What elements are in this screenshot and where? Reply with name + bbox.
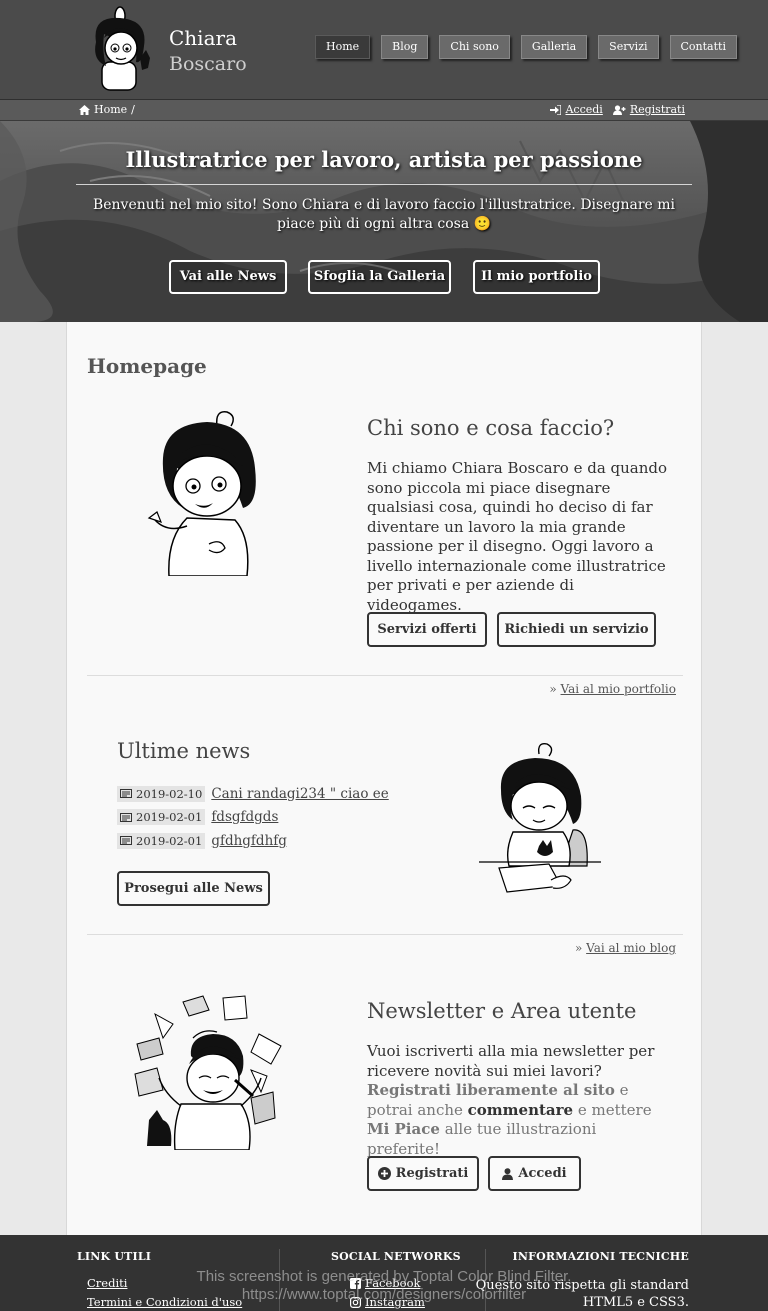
user-plus-icon	[612, 104, 626, 115]
login-button-label: Accedi	[518, 1166, 567, 1181]
hero-title: Illustratrice per lavoro, artista per pa…	[125, 147, 643, 172]
news-date: 2019-02-01	[136, 810, 203, 825]
hero-gallery-button[interactable]: Sfoglia la Galleria	[308, 260, 451, 294]
user-icon	[502, 1167, 514, 1180]
main-nav: Home Blog Chi sono Galleria Servizi Cont…	[315, 35, 737, 59]
about-text: Mi chiamo Chiara Boscaro e da quando son…	[367, 459, 668, 614]
about-illustration	[147, 411, 256, 576]
newspaper-icon	[120, 789, 132, 799]
nav-home[interactable]: Home	[315, 35, 371, 59]
news-item: 2019-02-01 fdsgfdgds	[117, 806, 389, 830]
more-news-button[interactable]: Prosegui alle News	[117, 871, 270, 906]
login-link[interactable]: Accedi	[550, 103, 603, 116]
news-title: Ultime news	[117, 739, 251, 763]
newsletter-intro: Vuoi iscriverti alla mia newsletter per …	[367, 1042, 655, 1080]
newsletter-like-bold: Mi Piace	[367, 1120, 440, 1138]
blog-link[interactable]: Vai al mio blog	[586, 941, 676, 955]
nav-galleria[interactable]: Galleria	[520, 35, 588, 59]
newsletter-register-bold: Registrati liberamente al sito	[367, 1081, 615, 1099]
news-date: 2019-02-01	[136, 833, 203, 848]
watermark-line-2: https://www.toptal.com/designers/colorfi…	[241, 1286, 527, 1303]
newsletter-illustration	[134, 995, 282, 1150]
nav-contatti[interactable]: Contatti	[669, 35, 737, 59]
news-link[interactable]: gfdhgfdhfg	[211, 833, 287, 849]
news-item: 2019-02-01 gfdhgfdhfg	[117, 829, 389, 853]
logo-avatar[interactable]	[84, 4, 158, 92]
hero-divider	[76, 184, 692, 185]
register-label: Registrati	[629, 103, 685, 116]
news-illustration	[479, 743, 601, 893]
plus-circle-icon	[377, 1167, 391, 1180]
breadcrumb-bar: Home / Accedi Registrati	[0, 100, 768, 121]
newsletter-comment-bold: commentare	[467, 1100, 574, 1119]
breadcrumb-separator: /	[131, 103, 135, 116]
breadcrumb-home[interactable]: Home	[94, 103, 127, 116]
services-button[interactable]: Servizi offerti	[367, 612, 487, 647]
auth-links: Accedi Registrati	[550, 103, 685, 116]
breadcrumb: Home /	[79, 103, 135, 116]
footer-tech-title: INFORMAZIONI TECNICHE	[512, 1250, 689, 1263]
portfolio-link[interactable]: Vai al mio portfolio	[561, 682, 676, 696]
watermark-overlay: This screenshot is generated by Toptal C…	[0, 1268, 768, 1304]
register-button[interactable]: Registrati	[367, 1156, 479, 1191]
nav-blog[interactable]: Blog	[381, 35, 429, 59]
sign-in-icon	[550, 104, 562, 115]
newsletter-text: Vuoi iscriverti alla mia newsletter per …	[367, 1042, 657, 1159]
hero-banner: Illustratrice per lavoro, artista per pa…	[0, 121, 768, 322]
blog-more: » Vai al mio blog	[575, 941, 676, 955]
about-title: Chi sono e cosa faccio?	[367, 416, 615, 440]
home-icon	[79, 104, 90, 115]
watermark-line-1: This screenshot is generated by Toptal C…	[196, 1268, 572, 1285]
blog-more-prefix: »	[574, 941, 583, 955]
footer-links-title: LINK UTILI	[77, 1250, 152, 1263]
newsletter-text-3: e mettere	[573, 1100, 652, 1119]
portfolio-more-prefix: »	[549, 682, 557, 696]
news-date-badge: 2019-02-01	[117, 832, 206, 849]
register-link[interactable]: Registrati	[612, 103, 685, 116]
nav-chi-sono[interactable]: Chi sono	[439, 35, 510, 59]
news-list: 2019-02-10 Cani randagi234 " ciao ee 201…	[117, 782, 389, 853]
request-service-button[interactable]: Richiedi un servizio	[497, 612, 656, 647]
register-button-label: Registrati	[395, 1166, 469, 1181]
news-item: 2019-02-10 Cani randagi234 " ciao ee	[117, 782, 389, 806]
news-link[interactable]: fdsgfdgds	[211, 809, 278, 825]
hero-text: Benvenuti nel mio sito! Sono Chiara e di…	[92, 197, 676, 232]
brand-first-name[interactable]: Chiara	[169, 26, 237, 50]
hero-news-button[interactable]: Vai alle News	[169, 260, 287, 294]
news-date-badge: 2019-02-01	[117, 809, 206, 826]
newsletter-title: Newsletter e Area utente	[367, 999, 637, 1023]
news-date-badge: 2019-02-10	[117, 785, 206, 802]
section-divider	[87, 934, 683, 935]
news-link[interactable]: Cani randagi234 " ciao ee	[211, 786, 388, 802]
site-header: Chiara Boscaro Home Blog Chi sono Galler…	[0, 0, 768, 100]
news-date: 2019-02-10	[136, 786, 203, 801]
portfolio-more: » Vai al mio portfolio	[549, 682, 676, 696]
brand-last-name[interactable]: Boscaro	[169, 53, 247, 75]
login-label: Accedi	[565, 103, 603, 116]
login-button[interactable]: Accedi	[488, 1156, 581, 1191]
section-divider	[87, 675, 683, 676]
nav-servizi[interactable]: Servizi	[598, 35, 659, 59]
newspaper-icon	[120, 812, 132, 822]
footer-social-title: SOCIAL NETWORKS	[331, 1250, 461, 1263]
main-content: Homepage Chi sono e cosa faccio? Mi chia…	[66, 322, 702, 1235]
hero-portfolio-button[interactable]: Il mio portfolio	[473, 260, 600, 294]
page-title: Homepage	[87, 354, 207, 378]
newspaper-icon	[120, 836, 132, 846]
